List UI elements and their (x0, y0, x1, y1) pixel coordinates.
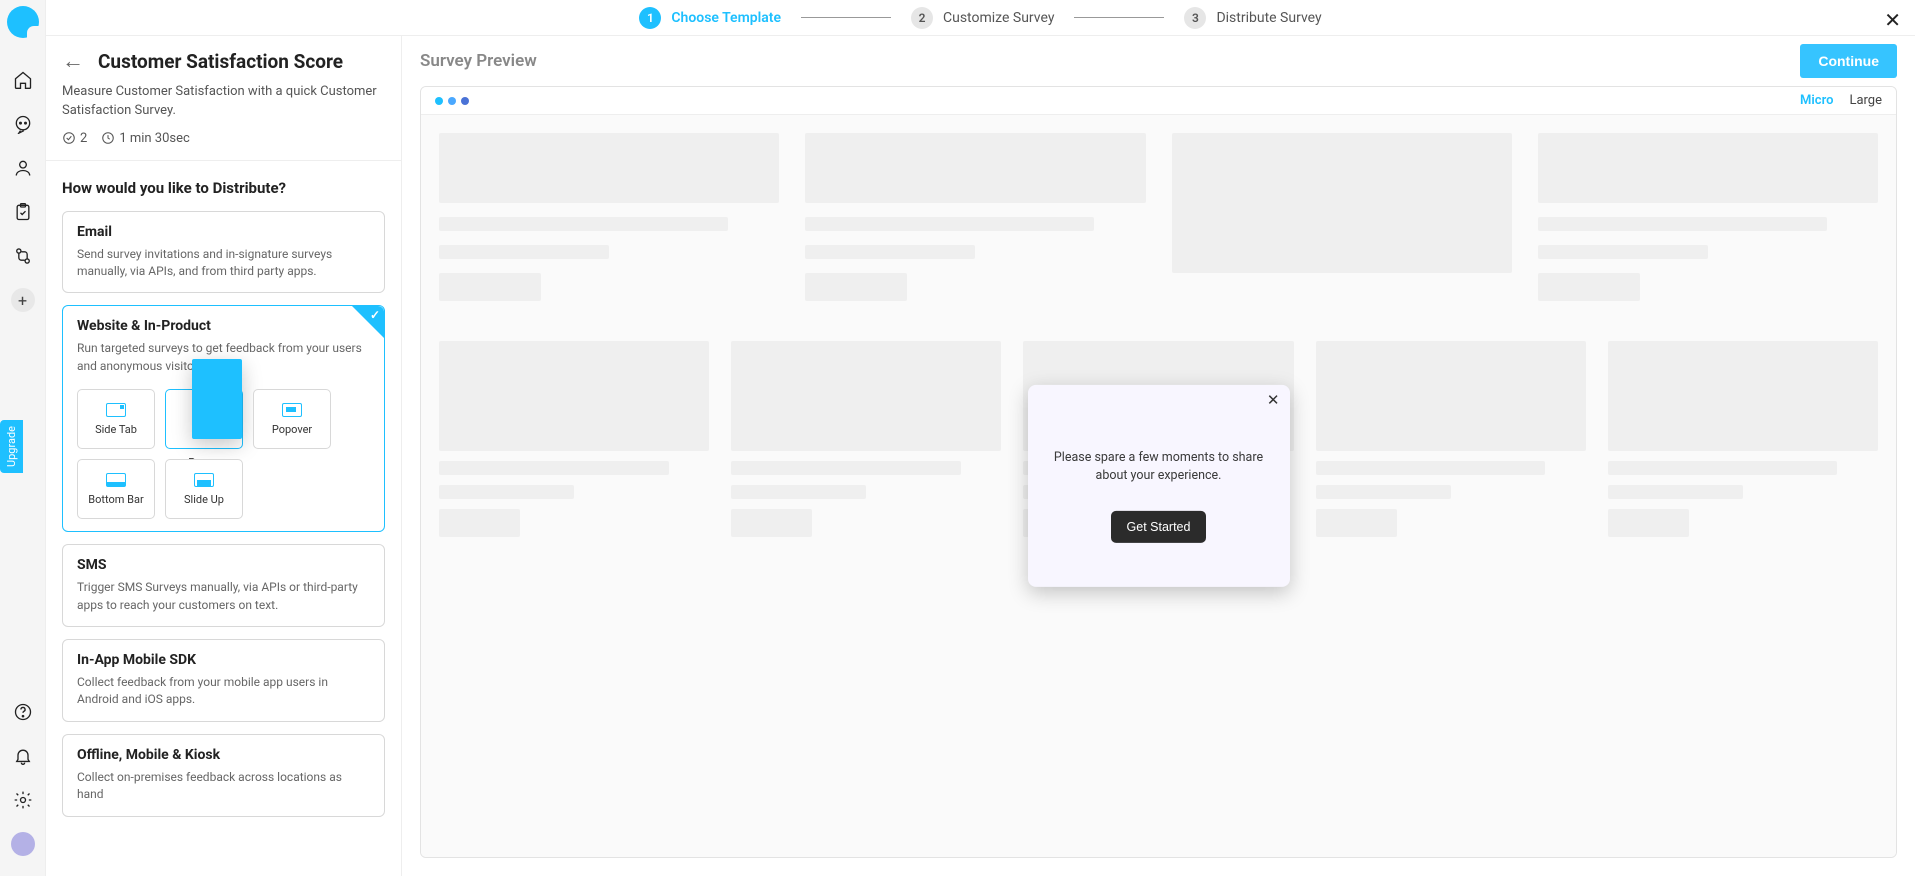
close-icon[interactable]: ✕ (1884, 8, 1901, 32)
step-number: 1 (639, 7, 661, 29)
size-large-tab[interactable]: Large (1849, 93, 1882, 108)
meta-questions-value: 2 (80, 131, 87, 146)
popup-text: Please spare a few moments to share abou… (1052, 449, 1266, 485)
step-number: 2 (911, 7, 933, 29)
right-area: Survey Preview Continue Micro Large (402, 36, 1915, 876)
popup-icon (192, 359, 242, 439)
dist-option-desc: Trigger SMS Surveys manually, via APIs o… (77, 579, 370, 614)
add-button[interactable]: + (11, 288, 35, 312)
subopt-label: Slide Up (184, 493, 224, 506)
dist-option-website[interactable]: Website & In-Product Run targeted survey… (62, 305, 385, 532)
subopt-sidetab[interactable]: Side Tab (77, 389, 155, 449)
size-micro-tab[interactable]: Micro (1800, 93, 1833, 108)
left-panel: ← Customer Satisfaction Score Measure Cu… (46, 36, 402, 876)
back-arrow-icon[interactable]: ← (62, 51, 84, 73)
main: 1 Choose Template 2 Customize Survey 3 D… (46, 0, 1915, 876)
subopt-label: Bottom Bar (88, 493, 143, 506)
page-description: Measure Customer Satisfaction with a qui… (62, 83, 385, 121)
upgrade-tab[interactable]: Upgrade (0, 420, 23, 473)
subopt-label: Side Tab (95, 423, 137, 436)
meta-duration: 1 min 30sec (101, 131, 190, 146)
dist-option-sms[interactable]: SMS Trigger SMS Surveys manually, via AP… (62, 544, 385, 627)
dist-option-desc: Send survey invitations and in-signature… (77, 246, 370, 281)
preview-title: Survey Preview (420, 51, 537, 71)
bottombar-icon (106, 473, 126, 487)
step-label: Distribute Survey (1216, 10, 1321, 26)
dist-option-desc: Collect on-premises feedback across loca… (77, 769, 370, 804)
help-icon[interactable] (11, 700, 35, 724)
stepper: 1 Choose Template 2 Customize Survey 3 D… (46, 0, 1915, 36)
avatar[interactable] (11, 832, 35, 856)
compare-icon[interactable] (11, 244, 35, 268)
subopt-popover[interactable]: Popover (253, 389, 331, 449)
left-panel-header: ← Customer Satisfaction Score Measure Cu… (46, 36, 401, 161)
bell-icon[interactable] (11, 744, 35, 768)
continue-button[interactable]: Continue (1800, 44, 1897, 78)
brand-logo[interactable] (7, 6, 39, 38)
meta-duration-value: 1 min 30sec (119, 131, 190, 146)
dist-option-title: Email (77, 224, 370, 240)
step-divider (801, 17, 891, 18)
clipboard-icon[interactable] (11, 200, 35, 224)
step-distribute-survey[interactable]: 3 Distribute Survey (1184, 7, 1321, 29)
meta-questions: 2 (62, 131, 87, 146)
dist-option-title: Website & In-Product (77, 318, 370, 334)
survey-popup: ✕ Please spare a few moments to share ab… (1028, 385, 1290, 587)
popover-icon (282, 403, 302, 417)
step-customize-survey[interactable]: 2 Customize Survey (911, 7, 1054, 29)
step-number: 3 (1184, 7, 1206, 29)
distribute-question: How would you like to Distribute? (62, 179, 385, 197)
step-label: Choose Template (671, 10, 781, 26)
dist-option-offline[interactable]: Offline, Mobile & Kiosk Collect on-premi… (62, 734, 385, 817)
get-started-button[interactable]: Get Started (1111, 511, 1207, 543)
home-icon[interactable] (11, 68, 35, 92)
preview-body: ✕ Please spare a few moments to share ab… (421, 115, 1896, 857)
step-label: Customize Survey (943, 10, 1054, 26)
chat-icon[interactable] (11, 112, 35, 136)
dist-option-title: Offline, Mobile & Kiosk (77, 747, 370, 763)
selected-check-icon (352, 306, 384, 338)
sidetab-icon (106, 403, 126, 417)
dist-option-desc: Collect feedback from your mobile app us… (77, 674, 370, 709)
website-subopts: Side Tab Popup Popover (77, 389, 370, 519)
user-icon[interactable] (11, 156, 35, 180)
dist-option-title: In-App Mobile SDK (77, 652, 370, 668)
subopt-bottombar[interactable]: Bottom Bar (77, 459, 155, 519)
dist-option-email[interactable]: Email Send survey invitations and in-sig… (62, 211, 385, 294)
preview-shell: Micro Large (420, 86, 1897, 858)
subopt-slideup[interactable]: Slide Up (165, 459, 243, 519)
dist-option-sdk[interactable]: In-App Mobile SDK Collect feedback from … (62, 639, 385, 722)
subopt-label: Popover (272, 423, 312, 436)
page-title: Customer Satisfaction Score (98, 50, 343, 73)
dist-option-title: SMS (77, 557, 370, 573)
step-choose-template[interactable]: 1 Choose Template (639, 7, 781, 29)
step-divider (1074, 17, 1164, 18)
popup-close-icon[interactable]: ✕ (1267, 391, 1280, 409)
nav-rail: + Upgrade (0, 0, 46, 876)
slideup-icon (194, 473, 214, 487)
left-panel-scroll[interactable]: How would you like to Distribute? Email … (46, 161, 401, 876)
window-dots-icon (435, 97, 469, 105)
gear-icon[interactable] (11, 788, 35, 812)
subopt-popup[interactable]: Popup (165, 389, 243, 449)
